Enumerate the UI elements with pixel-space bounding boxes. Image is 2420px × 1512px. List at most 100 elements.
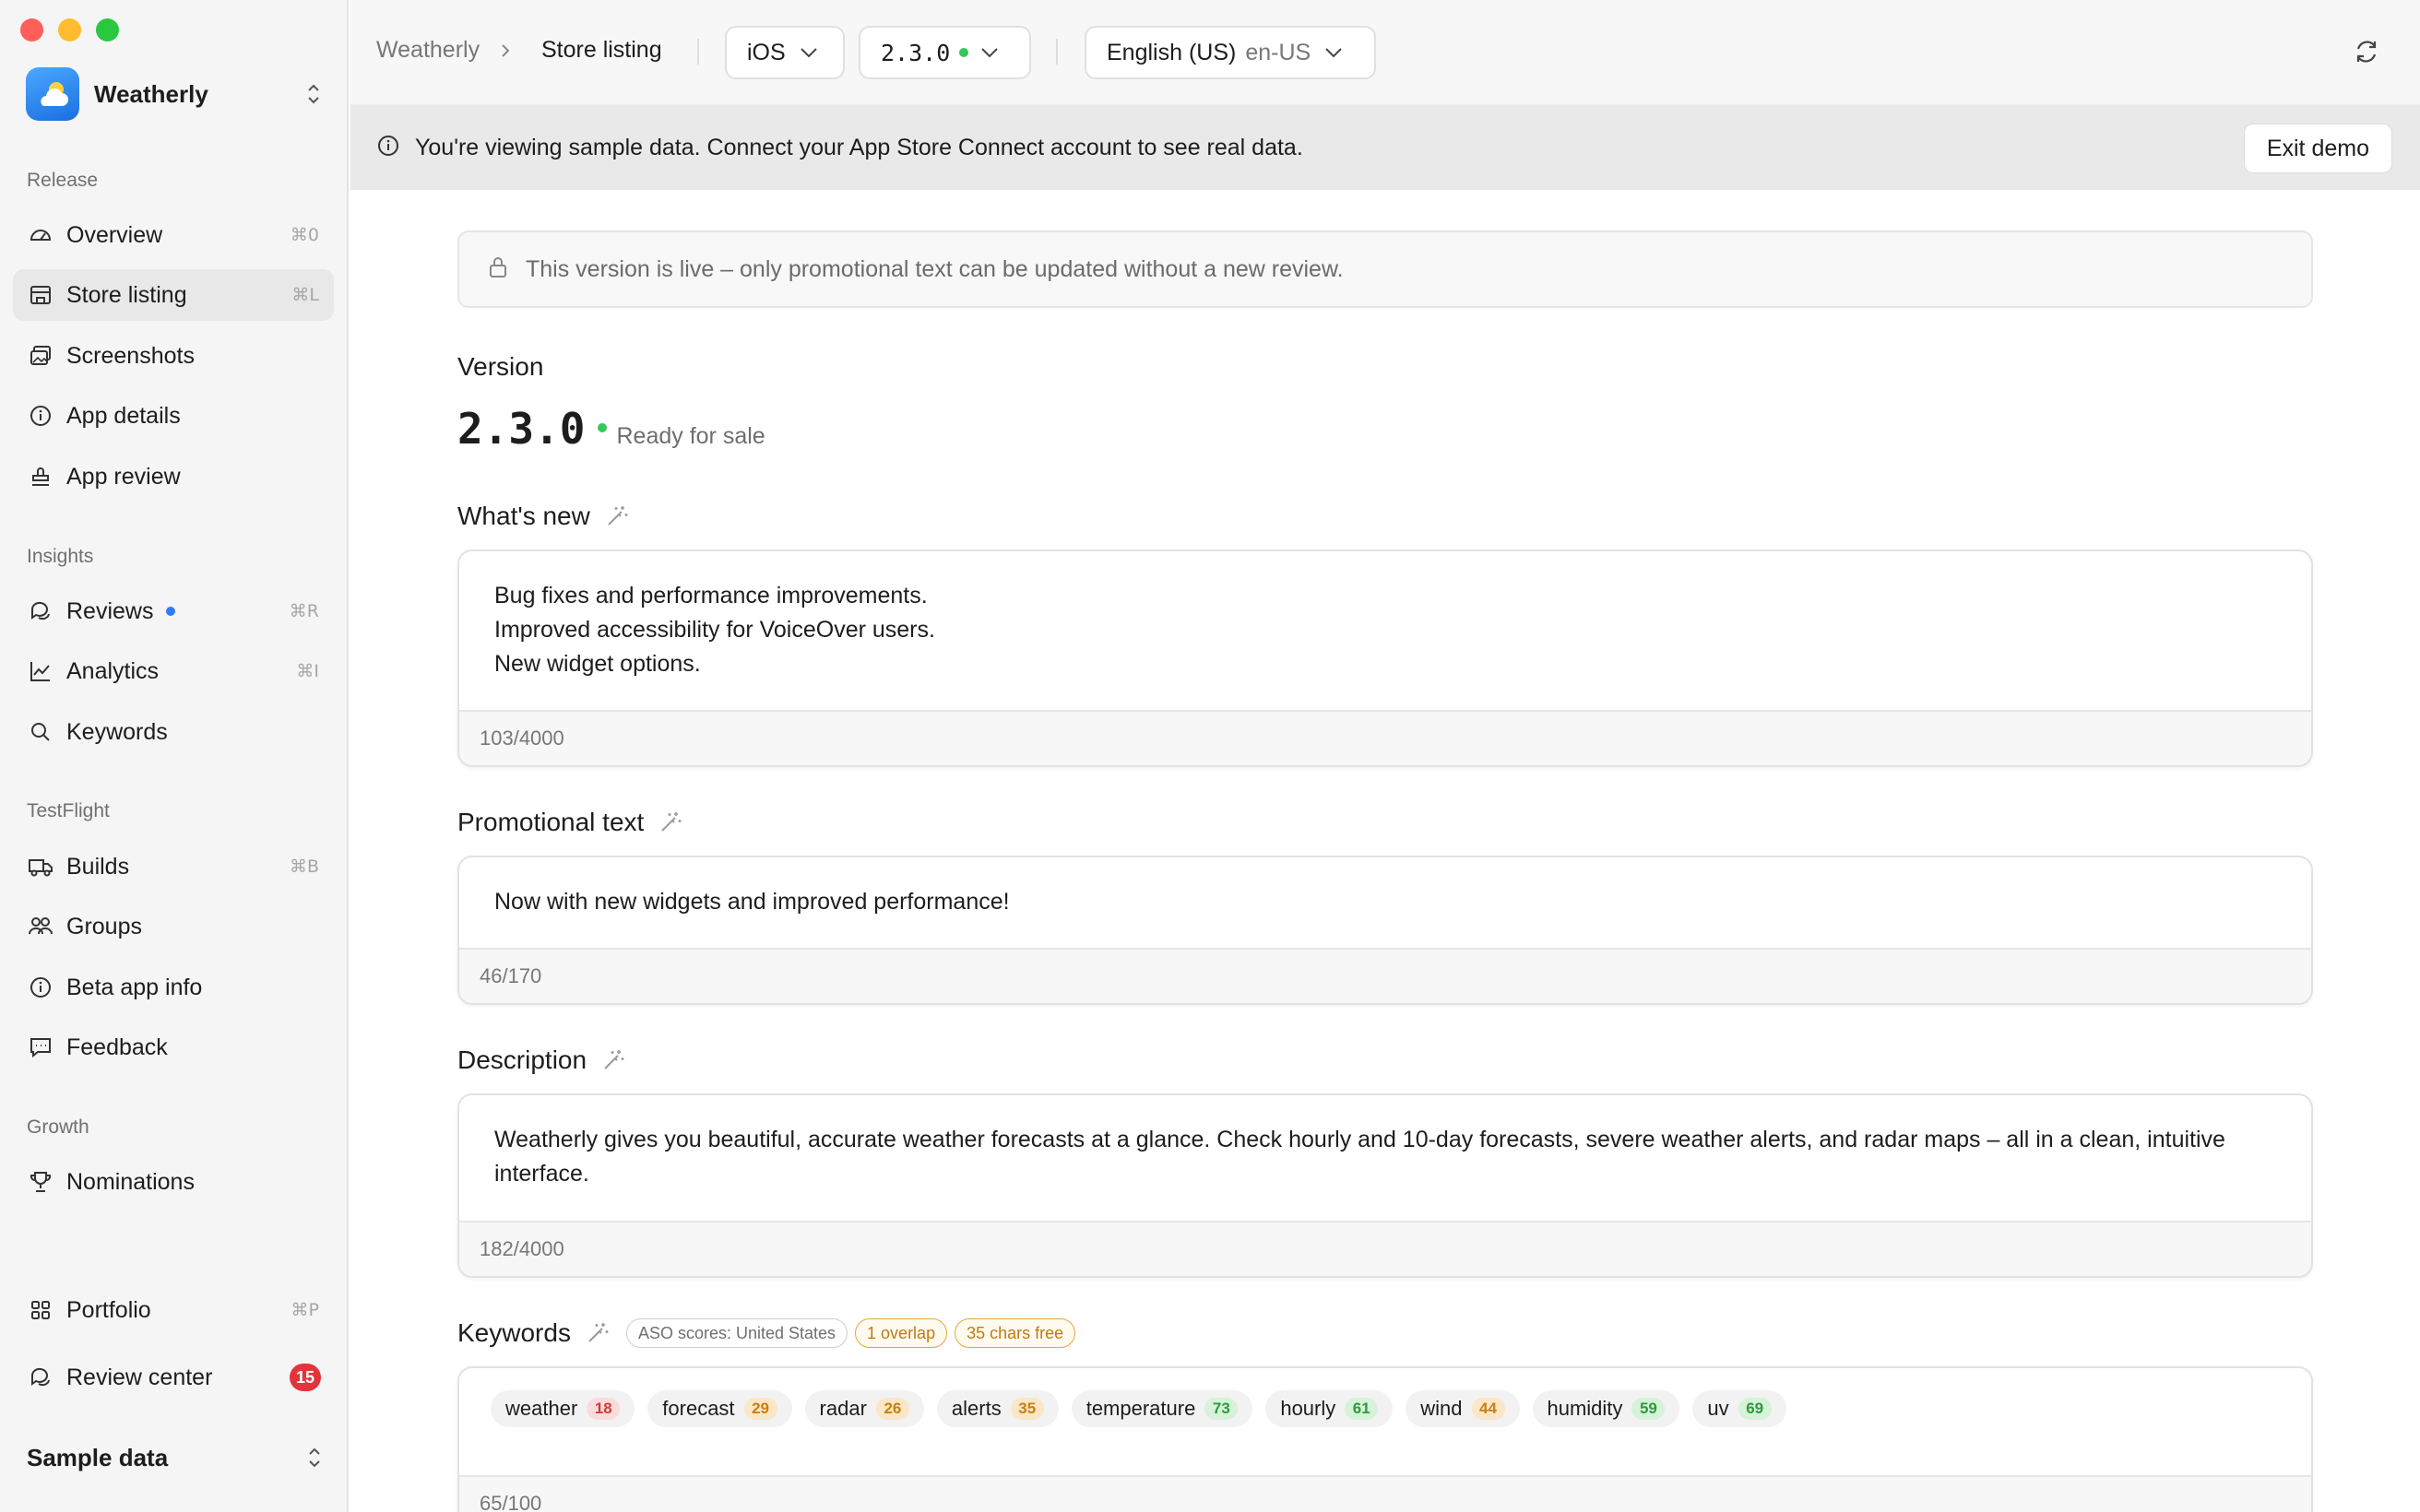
minimize-window-button[interactable] — [58, 18, 81, 41]
zoom-window-button[interactable] — [96, 18, 119, 41]
cloud-sun-icon — [41, 82, 68, 106]
overlap-chip[interactable]: 1 overlap — [855, 1318, 948, 1348]
sample-data-label: Sample data — [27, 1443, 169, 1471]
sidebar-item-reviews[interactable]: Reviews ⌘R — [13, 585, 334, 637]
live-notice-text: This version is live – only promotional … — [526, 255, 1344, 282]
keyword-chip[interactable]: alerts 35 — [936, 1390, 1059, 1427]
sidebar-item-app-details[interactable]: App details — [13, 390, 334, 442]
section-insights: Insights — [27, 546, 94, 567]
locale-select[interactable]: English (US) en-US — [1085, 26, 1376, 79]
locale-name: English (US) — [1107, 39, 1237, 65]
lock-icon — [487, 255, 509, 284]
keyword-score-badge: 69 — [1738, 1398, 1772, 1420]
sidebar-item-label: Feedback — [66, 1034, 168, 1060]
keyword-chip[interactable]: forecast 29 — [647, 1390, 792, 1427]
keyword-chip[interactable]: weather 18 — [491, 1390, 635, 1427]
chevron-updown-icon — [305, 1442, 324, 1473]
sidebar-item-review-center[interactable]: Review center 15 — [13, 1352, 334, 1403]
keyword-text: alerts — [951, 1397, 1002, 1420]
keyword-chip-list: weather 18 forecast 29 radar 26 alerts 35 te… — [491, 1390, 1786, 1427]
platform-value: iOS — [747, 39, 786, 65]
sidebar-item-label: Overview — [66, 221, 163, 248]
keywords-field[interactable]: weather 18 forecast 29 radar 26 alerts 35 te… — [457, 1366, 2313, 1512]
sidebar-item-builds[interactable]: Builds ⌘B — [13, 841, 334, 892]
keyword-chip[interactable]: hourly 61 — [1265, 1390, 1394, 1427]
magic-wand-icon[interactable] — [601, 1048, 625, 1072]
description-field[interactable]: Weatherly gives you beautiful, accurate … — [457, 1093, 2313, 1278]
message-icon — [28, 1034, 53, 1060]
keyword-score-badge: 59 — [1631, 1398, 1666, 1420]
sidebar-item-label: Store listing — [66, 281, 187, 308]
whats-new-heading: What's new — [457, 502, 629, 531]
unread-indicator — [166, 607, 176, 616]
keyword-chip[interactable]: uv 69 — [1692, 1390, 1786, 1427]
platform-select[interactable]: iOS — [725, 26, 845, 79]
breadcrumb-root[interactable]: Weatherly — [376, 37, 480, 64]
sidebar: Weatherly Release Overview ⌘0 Store list… — [0, 0, 349, 1512]
close-window-button[interactable] — [20, 18, 43, 41]
chat-icon — [28, 1364, 53, 1390]
version-display: 2.3.0 Ready for sale — [457, 404, 765, 454]
version-select[interactable]: 2.3.0 — [859, 26, 1031, 79]
info-icon — [28, 975, 53, 1000]
sidebar-item-feedback[interactable]: Feedback — [13, 1022, 334, 1073]
live-status-dot — [959, 48, 969, 57]
keyword-score-badge: 29 — [743, 1398, 777, 1420]
images-icon — [28, 343, 53, 369]
keyword-chip[interactable]: humidity 59 — [1532, 1390, 1680, 1427]
keyword-chip[interactable]: radar 26 — [804, 1390, 924, 1427]
version-status: Ready for sale — [616, 423, 765, 449]
sample-data-switcher[interactable]: Sample data — [27, 1435, 324, 1481]
sidebar-item-label: Review center — [66, 1364, 213, 1390]
char-counter: 46/170 — [459, 948, 2311, 1003]
app-switcher[interactable]: Weatherly — [26, 66, 323, 122]
sidebar-item-nominations[interactable]: Nominations — [13, 1156, 334, 1208]
shortcut-hint: ⌘P — [291, 1300, 319, 1320]
section-testflight: TestFlight — [27, 800, 110, 821]
sidebar-item-beta-app-info[interactable]: Beta app info — [13, 962, 334, 1013]
sidebar-item-app-review[interactable]: App review — [13, 451, 334, 502]
description-heading: Description — [457, 1045, 625, 1075]
sidebar-item-groups[interactable]: Groups — [13, 901, 334, 952]
refresh-icon[interactable] — [2352, 37, 2381, 66]
magic-wand-icon[interactable] — [586, 1321, 610, 1345]
shortcut-hint: ⌘R — [289, 601, 319, 621]
keyword-text: wind — [1420, 1397, 1463, 1420]
sidebar-item-portfolio[interactable]: Portfolio ⌘P — [13, 1284, 334, 1336]
magic-wand-icon[interactable] — [658, 810, 682, 834]
keyword-text: hourly — [1280, 1397, 1336, 1420]
trophy-icon — [28, 1169, 53, 1195]
whats-new-heading-text: What's new — [457, 502, 590, 530]
locale-code: en-US — [1245, 39, 1311, 65]
whats-new-field[interactable]: Bug fixes and performance improvements. … — [457, 549, 2313, 767]
keyword-score-badge: 18 — [587, 1398, 621, 1420]
version-heading: Version — [457, 352, 543, 382]
keywords-heading: Keywords ASO scores: United States 1 ove… — [457, 1318, 1076, 1348]
version-number: 2.3.0 — [457, 404, 586, 454]
shortcut-hint: ⌘I — [296, 661, 319, 681]
sidebar-item-store-listing[interactable]: Store listing ⌘L — [13, 269, 334, 321]
magic-wand-icon[interactable] — [605, 504, 629, 528]
sidebar-item-label: Nominations — [66, 1168, 195, 1195]
keyword-chip[interactable]: temperature 73 — [1071, 1390, 1253, 1427]
promo-text-field[interactable]: Now with new widgets and improved perfor… — [457, 856, 2313, 1005]
sidebar-item-keywords[interactable]: Keywords — [13, 706, 334, 758]
sidebar-item-label: App details — [66, 402, 181, 429]
keyword-text: weather — [505, 1397, 578, 1420]
whats-new-line: Improved accessibility for VoiceOver use… — [494, 617, 935, 643]
promo-heading: Promotional text — [457, 808, 682, 837]
sidebar-item-screenshots[interactable]: Screenshots — [13, 330, 334, 382]
shortcut-hint: ⌘0 — [290, 225, 319, 245]
truck-icon — [28, 854, 53, 880]
exit-demo-button[interactable]: Exit demo — [2243, 124, 2392, 173]
sidebar-item-overview[interactable]: Overview ⌘0 — [13, 209, 334, 261]
aso-scores-chip[interactable]: ASO scores: United States — [625, 1318, 848, 1348]
keyword-chip[interactable]: wind 44 — [1406, 1390, 1520, 1427]
users-icon — [28, 914, 53, 939]
sidebar-item-analytics[interactable]: Analytics ⌘I — [13, 645, 334, 697]
keyword-text: temperature — [1085, 1397, 1196, 1420]
char-counter: 182/4000 — [459, 1221, 2311, 1276]
chevron-updown-icon — [304, 78, 323, 110]
sidebar-item-label: Portfolio — [66, 1296, 151, 1323]
section-release: Release — [27, 170, 99, 191]
